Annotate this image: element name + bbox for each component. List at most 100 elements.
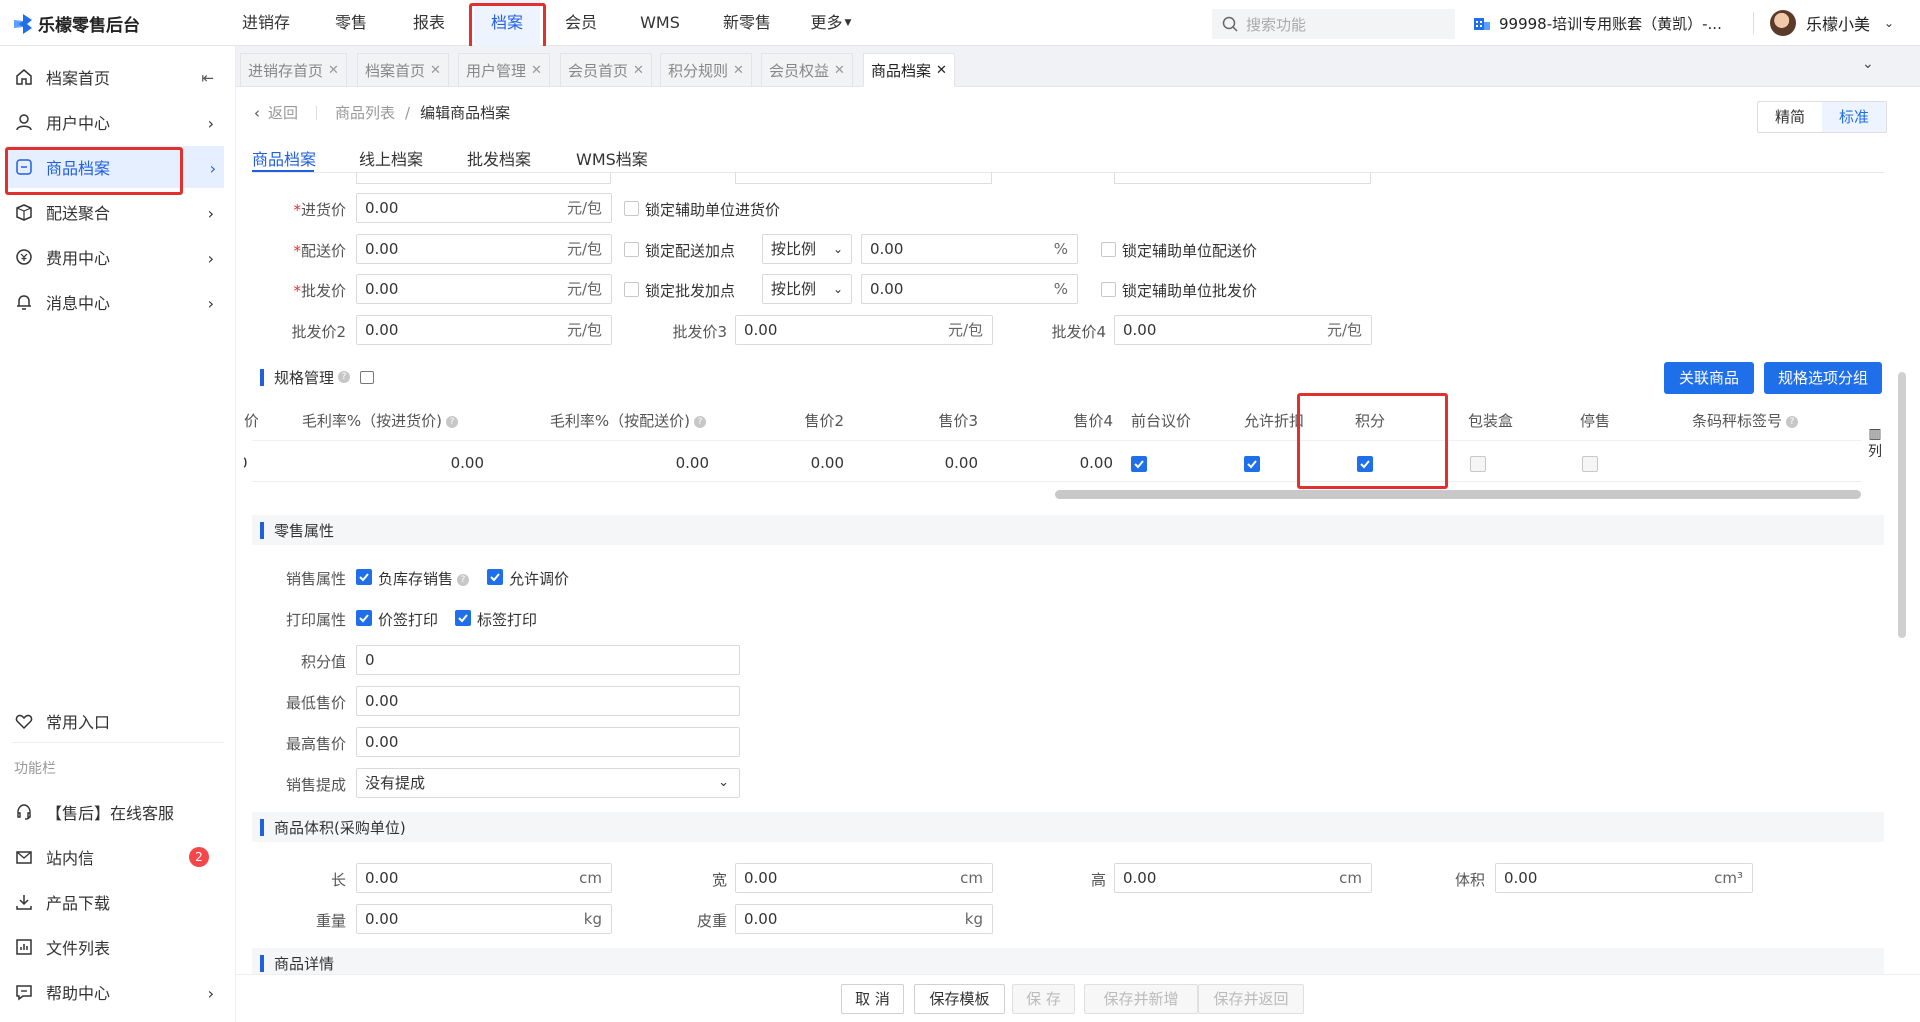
wholesale-pct-input[interactable]: 0.00% [861,274,1078,304]
link-products-button[interactable]: 关联商品 [1664,362,1754,394]
close-icon[interactable]: ✕ [733,63,744,78]
max-price-input[interactable]: 0.00 [356,727,740,757]
allow-price-adjust-checkbox[interactable] [487,569,503,585]
save-button[interactable]: 保 存 [1012,984,1075,1014]
label-print-checkbox[interactable] [455,610,471,626]
delivery-price-label: *配送价 [293,242,346,260]
tab-inventory-home[interactable]: 进销存首页 ✕ [240,53,347,87]
sidebar-item-delivery[interactable]: 配送聚合 › [14,191,222,233]
tab-archive-home[interactable]: 档案首页 ✕ [357,53,449,87]
tab-product-archive-form[interactable]: 商品档案 [252,146,316,170]
lock-aux-delivery-checkbox[interactable] [1101,242,1116,257]
account-selector[interactable]: 99998-培训专用账套（黄凯）-... [1473,0,1722,46]
tab-wms-archive[interactable]: WMS档案 [576,146,648,170]
lock-aux-wholesale-checkbox[interactable] [1101,282,1116,297]
sidebar-tool-download[interactable]: 产品下载 [14,881,222,923]
tab-wholesale-archive[interactable]: 批发档案 [467,146,531,170]
tab-user-manage[interactable]: 用户管理 ✕ [458,53,550,87]
col-header-bargain: 前台议价 [1131,412,1192,430]
purchase-price-input[interactable]: 0.00 元/包 [356,193,612,223]
help-icon[interactable]: ? [338,371,351,383]
sidebar-item-label: 费用中心 [46,249,111,268]
tab-member-home[interactable]: 会员首页 ✕ [560,53,652,87]
width-input[interactable]: 0.00 cm [735,863,993,893]
lock-delivery-markup-checkbox[interactable] [624,242,639,257]
sidebar-tool-help[interactable]: 帮助中心 › [14,971,222,1013]
horizontal-scrollbar[interactable] [1055,490,1861,499]
app-logo[interactable]: 乐檬零售后台 [14,11,140,36]
search-icon [1222,16,1238,32]
wholesale4-input[interactable]: 0.00 元/包 [1114,315,1372,345]
breadcrumb-sep: / [405,103,411,122]
delivery-mode-select[interactable]: 按比例 ⌄ [762,234,852,264]
volume-input[interactable]: 0.00 cm³ [1495,863,1753,893]
close-icon[interactable]: ✕ [936,63,947,78]
search-input[interactable]: 搜索功能 [1212,9,1455,39]
tab-points-rules[interactable]: 积分规则 ✕ [660,53,752,87]
points-value-input[interactable]: 0 [356,645,740,675]
tab-member-rights[interactable]: 会员权益 ✕ [761,53,853,87]
purchase-price-label: *进货价 [293,201,346,219]
breadcrumb-list-link[interactable]: 商品列表 [335,102,395,123]
check-icon [1247,460,1257,469]
discount-checkbox[interactable] [1244,456,1260,472]
sidebar-item-messages[interactable]: 消息中心 › [14,281,222,323]
min-price-input[interactable]: 0.00 [356,686,740,716]
weight-input[interactable]: 0.00 kg [356,904,612,934]
vertical-scrollbar[interactable] [1898,372,1906,638]
tab-product-archive[interactable]: 商品档案 ✕ [863,53,955,87]
lock-delivery-markup-label: 锁定配送加点 [645,242,736,260]
stop-sale-checkbox[interactable] [1582,456,1598,472]
wholesale2-input[interactable]: 0.00 元/包 [356,315,612,345]
sidebar-item-archive-home[interactable]: 档案首页 ⇤ [14,56,222,98]
tab-list-chevron-icon[interactable]: ⌄ [1862,56,1874,72]
user-menu[interactable]: 乐檬小美 ⌄ [1770,0,1894,46]
close-icon[interactable]: ✕ [328,63,339,78]
wholesale-mode-select[interactable]: 按比例 ⌄ [762,274,852,304]
close-icon[interactable]: ✕ [633,63,644,78]
view-standard-button[interactable]: 标准 [1822,102,1886,132]
close-icon[interactable]: ✕ [531,63,542,78]
view-simple-button[interactable]: 精简 [1758,102,1822,132]
nav-inventory[interactable]: 进销存 [230,0,302,46]
wholesale3-input[interactable]: 0.00 元/包 [735,315,993,345]
packaging-checkbox[interactable] [1470,456,1486,472]
save-and-new-button[interactable]: 保存并新增 [1084,984,1198,1014]
nav-wms[interactable]: WMS [626,0,694,46]
tare-input[interactable]: 0.00 kg [735,904,993,934]
nav-member[interactable]: 会员 [548,0,614,46]
delivery-price-input[interactable]: 0.00 元/包 [356,234,612,264]
spec-option-group-button[interactable]: 规格选项分组 [1764,362,1882,394]
col-header-cut: 价 [244,412,258,430]
bargain-checkbox[interactable] [1131,456,1147,472]
lock-wholesale-markup-checkbox[interactable] [624,282,639,297]
sidebar-item-user-center[interactable]: 用户中心 › [14,101,222,143]
sidebar-tool-inbox[interactable]: 站内信 2 [14,836,222,878]
nav-new-retail[interactable]: 新零售 [710,0,784,46]
length-input[interactable]: 0.00 cm [356,863,612,893]
sidebar-tool-support[interactable]: 【售后】在线客服 [14,791,222,833]
column-settings-button[interactable]: ▥ 列 [1866,425,1884,461]
height-input[interactable]: 0.00 cm [1114,863,1372,893]
sidebar-tool-files[interactable]: 文件列表 [14,926,222,968]
sidebar-common-entry[interactable]: 常用入口 [14,700,222,742]
nav-retail[interactable]: 零售 [318,0,384,46]
commission-select[interactable]: 没有提成 ⌄ [356,768,740,798]
wholesale-price-input[interactable]: 0.00 元/包 [356,274,612,304]
sidebar-item-expense[interactable]: 费用中心 › [14,236,222,278]
price-tag-print-checkbox[interactable] [356,610,372,626]
negative-stock-checkbox[interactable] [356,569,372,585]
nav-reports[interactable]: 报表 [396,0,462,46]
cancel-button[interactable]: 取 消 [841,984,904,1014]
save-template-button[interactable]: 保存模板 [914,984,1005,1014]
back-button[interactable]: ‹ 返回 [254,102,298,123]
nav-more[interactable]: 更多 ▼ [800,0,862,46]
panel-icon[interactable] [360,370,375,384]
lock-aux-purchase-checkbox[interactable] [624,201,639,216]
delivery-pct-input[interactable]: 0.00% [861,234,1078,264]
close-icon[interactable]: ✕ [430,63,441,78]
save-and-return-button[interactable]: 保存并返回 [1198,984,1304,1014]
collapse-icon[interactable]: ⇤ [201,69,214,87]
tab-online-archive[interactable]: 线上档案 [359,146,423,170]
close-icon[interactable]: ✕ [834,63,845,78]
